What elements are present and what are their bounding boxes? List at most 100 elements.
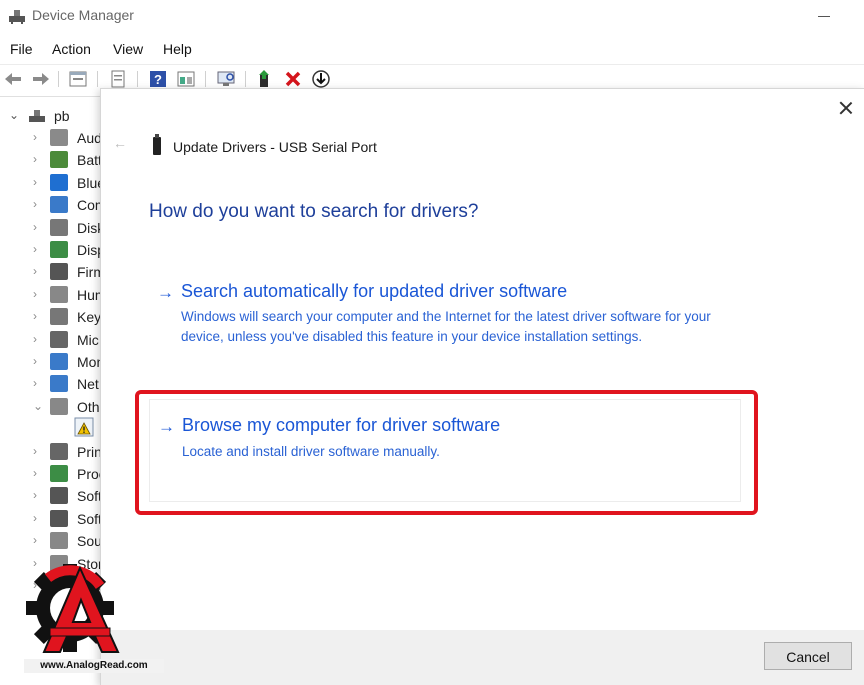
tree-item[interactable]: › Com — [0, 194, 107, 216]
tree-item[interactable]: › Soft — [0, 508, 102, 530]
tree-item[interactable]: › Mon — [0, 351, 104, 373]
arrow-right-icon: → — [157, 283, 174, 302]
battery-icon — [50, 151, 68, 169]
svg-text:?: ? — [154, 72, 162, 87]
chevron-right-icon[interactable]: › — [33, 242, 37, 256]
monitor-icon — [50, 353, 68, 370]
chevron-down-icon[interactable]: ⌄ — [9, 108, 19, 122]
menu-action[interactable]: Action — [52, 41, 91, 57]
document-icon[interactable] — [108, 69, 128, 89]
sound-icon — [50, 532, 68, 550]
tree-item[interactable]: › Mic — [0, 329, 100, 351]
menu-file[interactable]: File — [10, 41, 33, 57]
tree-item-label: Soft — [77, 488, 102, 505]
tree-item[interactable]: › Sou — [0, 530, 102, 552]
bluetooth-icon — [50, 173, 68, 191]
menu-help[interactable]: Help — [163, 41, 192, 57]
tree-item[interactable]: › Key — [0, 306, 101, 328]
chevron-right-icon[interactable]: › — [33, 444, 37, 458]
close-icon[interactable] — [837, 99, 855, 117]
tree-root-label: pb — [54, 108, 70, 124]
help-icon[interactable]: ? — [148, 69, 168, 89]
tree-item[interactable]: ⌄ Oth — [0, 396, 100, 418]
software-device-icon — [50, 509, 68, 527]
tree-item[interactable]: › Firm — [0, 261, 105, 283]
other-devices-icon — [50, 397, 68, 415]
computer-root-icon — [29, 110, 45, 122]
back-arrow-icon[interactable] — [3, 69, 23, 89]
chevron-right-icon[interactable]: › — [33, 332, 37, 346]
software-component-icon — [50, 487, 68, 505]
scan-hardware-icon[interactable] — [216, 69, 236, 89]
usb-device-icon — [153, 134, 161, 155]
tree-item-label: Sou — [77, 533, 102, 550]
back-arrow-icon[interactable]: ← — [113, 135, 127, 151]
chevron-right-icon[interactable]: › — [33, 264, 37, 278]
properties-icon[interactable] — [68, 69, 88, 89]
disk-icon — [50, 218, 68, 236]
keyboard-icon — [50, 308, 68, 326]
minimize-button[interactable] — [818, 16, 830, 17]
gear-logo-icon — [26, 564, 120, 653]
window-title: Device Manager — [32, 7, 134, 23]
tree-item[interactable]: › Blue — [0, 172, 105, 194]
update-driver-icon[interactable] — [255, 69, 275, 89]
dialog-title: Update Drivers - USB Serial Port — [173, 139, 377, 155]
printer-icon — [50, 442, 68, 460]
display-icon — [50, 241, 68, 258]
uninstall-icon[interactable] — [283, 69, 303, 89]
chevron-down-icon[interactable]: ⌄ — [33, 399, 43, 413]
tree-item-label: Oth — [77, 398, 100, 415]
chevron-right-icon[interactable]: › — [33, 376, 37, 390]
tree-root[interactable]: ⌄ pb — [0, 105, 100, 127]
chevron-right-icon[interactable]: › — [33, 533, 37, 547]
chevron-right-icon[interactable]: › — [33, 175, 37, 189]
option-description: Windows will search your computer and th… — [181, 309, 711, 344]
firmware-icon — [50, 263, 68, 281]
view-icon[interactable] — [176, 69, 196, 89]
tree-item[interactable]: › Disk — [0, 217, 104, 239]
chevron-right-icon[interactable]: › — [33, 197, 37, 211]
menu-view[interactable]: View — [113, 41, 143, 57]
chevron-right-icon[interactable]: › — [33, 309, 37, 323]
tree-item[interactable]: › Soft — [0, 485, 102, 507]
tree-item-label: Batt — [77, 152, 102, 169]
chevron-right-icon[interactable]: › — [33, 354, 37, 368]
dialog-footer: Cancel — [101, 630, 864, 685]
forward-arrow-icon[interactable] — [31, 69, 51, 89]
unknown-device-row[interactable] — [0, 416, 100, 438]
chevron-right-icon[interactable]: › — [33, 488, 37, 502]
watermark-logo: www.AnalogRead.com — [10, 560, 170, 680]
cancel-button[interactable]: Cancel — [764, 642, 852, 670]
dialog-heading: How do you want to search for drivers? — [149, 201, 479, 222]
chevron-right-icon[interactable]: › — [33, 287, 37, 301]
chevron-right-icon[interactable]: › — [33, 152, 37, 166]
option-title: Search automatically for updated driver … — [181, 281, 568, 301]
menu-bar: File Action View Help — [0, 38, 864, 62]
tree-item-label: Aud — [77, 130, 102, 146]
tree-item-label: Mic — [77, 331, 99, 348]
watermark-text: www.AnalogRead.com — [24, 659, 164, 673]
tree-item[interactable]: › Aud — [0, 127, 102, 149]
chevron-right-icon[interactable]: › — [33, 130, 37, 144]
network-icon — [50, 375, 68, 393]
tree-item-label: Soft — [77, 510, 102, 527]
computer-icon — [50, 196, 68, 214]
audio-icon — [50, 129, 68, 146]
warning-device-icon — [74, 417, 94, 437]
mouse-icon — [50, 330, 68, 348]
tree-item[interactable]: › Net — [0, 373, 100, 395]
chevron-right-icon[interactable]: › — [33, 466, 37, 480]
chevron-right-icon[interactable]: › — [33, 511, 37, 525]
device-manager-icon — [9, 10, 25, 24]
download-icon[interactable] — [311, 69, 331, 89]
tree-item[interactable]: › Hum — [0, 284, 107, 306]
tree-item[interactable]: › Proc — [0, 463, 106, 485]
chevron-right-icon[interactable]: › — [33, 220, 37, 234]
update-drivers-dialog: ← Update Drivers - USB Serial Port How d… — [100, 88, 864, 685]
tree-item[interactable]: › Batt — [0, 149, 102, 171]
tree-item[interactable]: › Prin — [0, 441, 102, 463]
tree-item-label: Prin — [77, 443, 102, 460]
search-automatically-option[interactable]: → Search automatically for updated drive… — [149, 279, 741, 359]
tree-item[interactable]: › Disp — [0, 239, 105, 261]
